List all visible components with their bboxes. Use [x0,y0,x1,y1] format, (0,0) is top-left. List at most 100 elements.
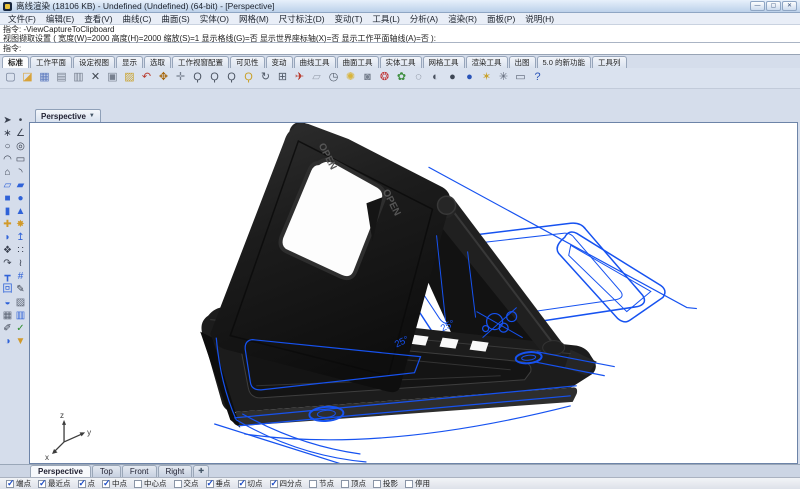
surface-icon[interactable]: ▱ [1,180,14,193]
point-icon[interactable]: • [14,115,27,128]
select-arrow-icon[interactable]: ➤ [1,115,14,128]
lamp-visibility-icon[interactable]: ✺ [343,70,358,86]
join-icon[interactable]: # [14,271,27,284]
column-icon[interactable]: ▥ [14,310,27,323]
osnap-toggle[interactable]: 垂点 [206,478,231,489]
color-wheel-icon[interactable]: ✿ [394,70,409,86]
print-icon[interactable]: ▤ [54,70,69,86]
named-views-icon[interactable]: ✈ [292,70,307,86]
menu-item[interactable]: 曲线(C) [118,13,157,25]
circle-center-icon[interactable]: ◎ [14,141,27,154]
view-capture-icon[interactable]: ▥ [71,70,86,86]
cage-edit-icon[interactable]: 回 [1,284,14,297]
menu-item[interactable]: 说明(H) [520,13,559,25]
pipe-icon[interactable]: ◗ [1,232,14,245]
menu-item[interactable]: 工具(L) [367,13,404,25]
osnap-checkbox[interactable] [373,480,381,488]
osnap-checkbox[interactable] [174,480,182,488]
raytraced-display-icon[interactable]: ● [462,70,477,86]
close-button[interactable]: ✕ [782,1,797,11]
move-icon[interactable]: ✛ [173,70,188,86]
pen-icon[interactable]: ✎ [14,284,27,297]
menu-item[interactable]: 编辑(E) [41,13,79,25]
hatch-icon[interactable]: ▨ [14,297,27,310]
four-viewports-icon[interactable]: ⊞ [275,70,290,86]
shade-sphere-icon[interactable]: ◒ [1,297,14,310]
osnap-checkbox[interactable] [38,480,46,488]
menu-item[interactable]: 渲染(R) [443,13,482,25]
sphere-icon[interactable]: ● [14,193,27,206]
osnap-toggle[interactable]: 中点 [102,478,127,489]
menu-item[interactable]: 网格(M) [234,13,274,25]
osnap-toggle[interactable]: 节点 [309,478,334,489]
zoom-selected-icon[interactable]: Ϙ [241,70,256,86]
corner-arc-icon[interactable]: ◝ [14,167,27,180]
arc-icon[interactable]: ◠ [1,154,14,167]
grid-icon[interactable]: ▦ [1,310,14,323]
toolbar-tab[interactable]: 曲面工具 [337,56,379,68]
toolbar-tab[interactable]: 工作平面 [30,56,72,68]
fillet-icon[interactable]: ❖ [1,245,14,258]
box-icon[interactable]: ■ [1,193,14,206]
menu-item[interactable]: 变动(T) [330,13,368,25]
cylinder-icon[interactable]: ▮ [1,206,14,219]
zoom-dynamic-icon[interactable]: Ϙ [190,70,205,86]
osnap-checkbox[interactable] [341,480,349,488]
osnap-checkbox[interactable] [270,480,278,488]
history-icon[interactable]: ◷ [326,70,341,86]
osnap-checkbox[interactable] [6,480,14,488]
osnap-toggle[interactable]: 点 [78,478,96,489]
boolean-union-icon[interactable]: ✚ [1,219,14,232]
toolbar-tab[interactable]: 工作视窗配置 [172,56,229,68]
circle-icon[interactable]: ○ [1,141,14,154]
toolbar-tab[interactable]: 标准 [2,56,29,68]
osnap-toggle[interactable]: 切点 [238,478,263,489]
rebuild-curve-icon[interactable]: ≀ [14,258,27,271]
zoom-window-icon[interactable]: Ϙ [207,70,222,86]
command-input[interactable]: 指令: [0,43,800,55]
render-wheel-icon[interactable]: ❂ [377,70,392,86]
osnap-toggle[interactable]: 停用 [405,478,430,489]
viewport-title-tab[interactable]: Perspective ▼ [35,109,101,122]
control-points-icon[interactable]: ∗ [1,128,14,141]
new-file-icon[interactable]: ▢ [3,70,18,86]
osnap-checkbox[interactable] [238,480,246,488]
toolbar-tab[interactable]: 5.0 的新功能 [537,56,592,68]
undo-icon[interactable]: ↶ [139,70,154,86]
explode-icon[interactable]: ✸ [14,219,27,232]
osnap-toggle[interactable]: 交点 [174,478,199,489]
minimize-button[interactable]: — [750,1,765,11]
maximize-button[interactable]: ▢ [766,1,781,11]
menu-item[interactable]: 文件(F) [3,13,41,25]
pan-view-icon[interactable]: ✥ [156,70,171,86]
osnap-checkbox[interactable] [309,480,317,488]
properties-icon[interactable]: ✶ [479,70,494,86]
check-icon[interactable]: ✓ [14,323,27,336]
help-icon[interactable]: ? [530,70,545,86]
osnap-checkbox[interactable] [102,480,110,488]
extrude-icon[interactable]: ↥ [14,232,27,245]
filter-icon[interactable]: ▼ [14,336,27,349]
osnap-toggle[interactable]: 顶点 [341,478,366,489]
menu-item[interactable]: 面板(P) [482,13,520,25]
viewport-canvas[interactable]: OPEN OPEN [29,122,798,464]
viewport-menu-arrow-icon[interactable]: ▼ [89,113,95,119]
copy-icon[interactable]: ▣ [105,70,120,86]
lock-objects-icon[interactable]: ◙ [360,70,375,86]
osnap-checkbox[interactable] [134,480,142,488]
rotate-icon[interactable]: ↷ [1,258,14,271]
viewport-tab[interactable]: Right [158,465,193,477]
viewport-tab[interactable]: Front [122,465,157,477]
toolbar-tab[interactable]: 出图 [509,56,536,68]
toolbar-tab[interactable]: 变动 [266,56,293,68]
osnap-toggle[interactable]: 端点 [6,478,31,489]
open-file-icon[interactable]: ◪ [20,70,35,86]
osnap-toggle[interactable]: 投影 [373,478,398,489]
osnap-toggle[interactable]: 中心点 [134,478,167,489]
menu-item[interactable]: 曲面(S) [156,13,194,25]
menu-item[interactable]: 查看(V) [79,13,117,25]
cone-icon[interactable]: ▲ [14,206,27,219]
menu-item[interactable]: 实体(O) [195,13,234,25]
shaded-display-icon[interactable]: ◐ [428,70,443,86]
eraser-icon[interactable]: ▱ [309,70,324,86]
